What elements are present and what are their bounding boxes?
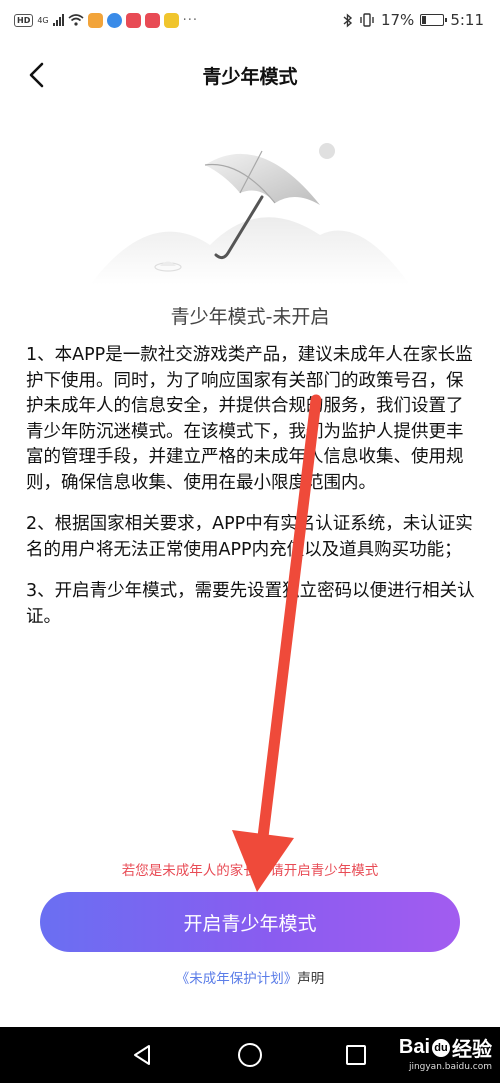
app-notification-icon bbox=[125, 12, 141, 28]
app-notification-icon bbox=[87, 12, 103, 28]
more-notifications-icon: ··· bbox=[182, 12, 199, 28]
terms-paragraph-3: 3、开启青少年模式，需要先设置独立密码以便进行相关认证。 bbox=[26, 581, 475, 627]
umbrella-illustration bbox=[90, 143, 410, 285]
protection-plan-link[interactable]: 《未成年保护计划》 bbox=[176, 971, 298, 987]
status-bar: HD 4G ··· 17% 5:11 bbox=[0, 0, 500, 40]
signal-icon bbox=[52, 14, 64, 26]
nav-home-icon[interactable] bbox=[238, 1043, 262, 1067]
status-bar-left: HD 4G ··· bbox=[14, 12, 199, 28]
paw-icon: du bbox=[432, 1038, 450, 1057]
watermark-logo-text: Bai bbox=[398, 1036, 430, 1058]
network-type: 4G bbox=[37, 15, 49, 25]
vibrate-icon bbox=[360, 13, 374, 27]
enable-teen-mode-button[interactable]: 开启青少年模式 bbox=[40, 892, 460, 952]
status-bar-right: 17% 5:11 bbox=[343, 11, 484, 29]
app-notification-icon bbox=[163, 12, 179, 28]
hd-indicator: HD bbox=[14, 13, 34, 27]
app-notification-icon bbox=[144, 12, 160, 28]
page-title: 青少年模式 bbox=[202, 66, 298, 88]
bluetooth-icon bbox=[343, 12, 353, 28]
nav-recents-icon[interactable] bbox=[346, 1045, 366, 1065]
baidu-jingyan-watermark: Bai du 经验 jingyan.baidu.com bbox=[399, 1033, 492, 1072]
wifi-icon bbox=[68, 14, 84, 26]
watermark-url: jingyan.baidu.com bbox=[408, 1062, 492, 1072]
statement-suffix: 声明 bbox=[297, 971, 325, 987]
terms-paragraph-1: 1、本APP是一款社交游戏类产品，建议未成年人在家长监护下使用。同时，为了响应国… bbox=[26, 345, 473, 493]
parent-note: 若您是未成年人的家长，请开启青少年模式 bbox=[121, 863, 379, 879]
watermark-logo: Bai du 经验 bbox=[399, 1033, 492, 1062]
nav-back-icon[interactable] bbox=[130, 1043, 154, 1067]
battery-percent: 17% bbox=[380, 11, 415, 29]
statement: 《未成年保护计划》声明 bbox=[0, 967, 500, 987]
watermark-logo-suffix: 经验 bbox=[452, 1039, 492, 1061]
battery-icon bbox=[420, 14, 448, 26]
system-nav-bar: Bai du 经验 jingyan.baidu.com bbox=[0, 1027, 500, 1083]
mode-status-title: 青少年模式-未开启 bbox=[170, 306, 330, 328]
terms-description: 1、本APP是一款社交游戏类产品，建议未成年人在家长监护下使用。同时，为了响应国… bbox=[26, 343, 476, 646]
nav-header: 青少年模式 bbox=[0, 50, 500, 100]
terms-paragraph-2: 2、根据国家相关要求，APP中有实名认证系统，未认证实名的用户将无法正常使用AP… bbox=[26, 514, 473, 560]
clock: 5:11 bbox=[450, 11, 484, 29]
music-app-icon bbox=[106, 12, 122, 28]
